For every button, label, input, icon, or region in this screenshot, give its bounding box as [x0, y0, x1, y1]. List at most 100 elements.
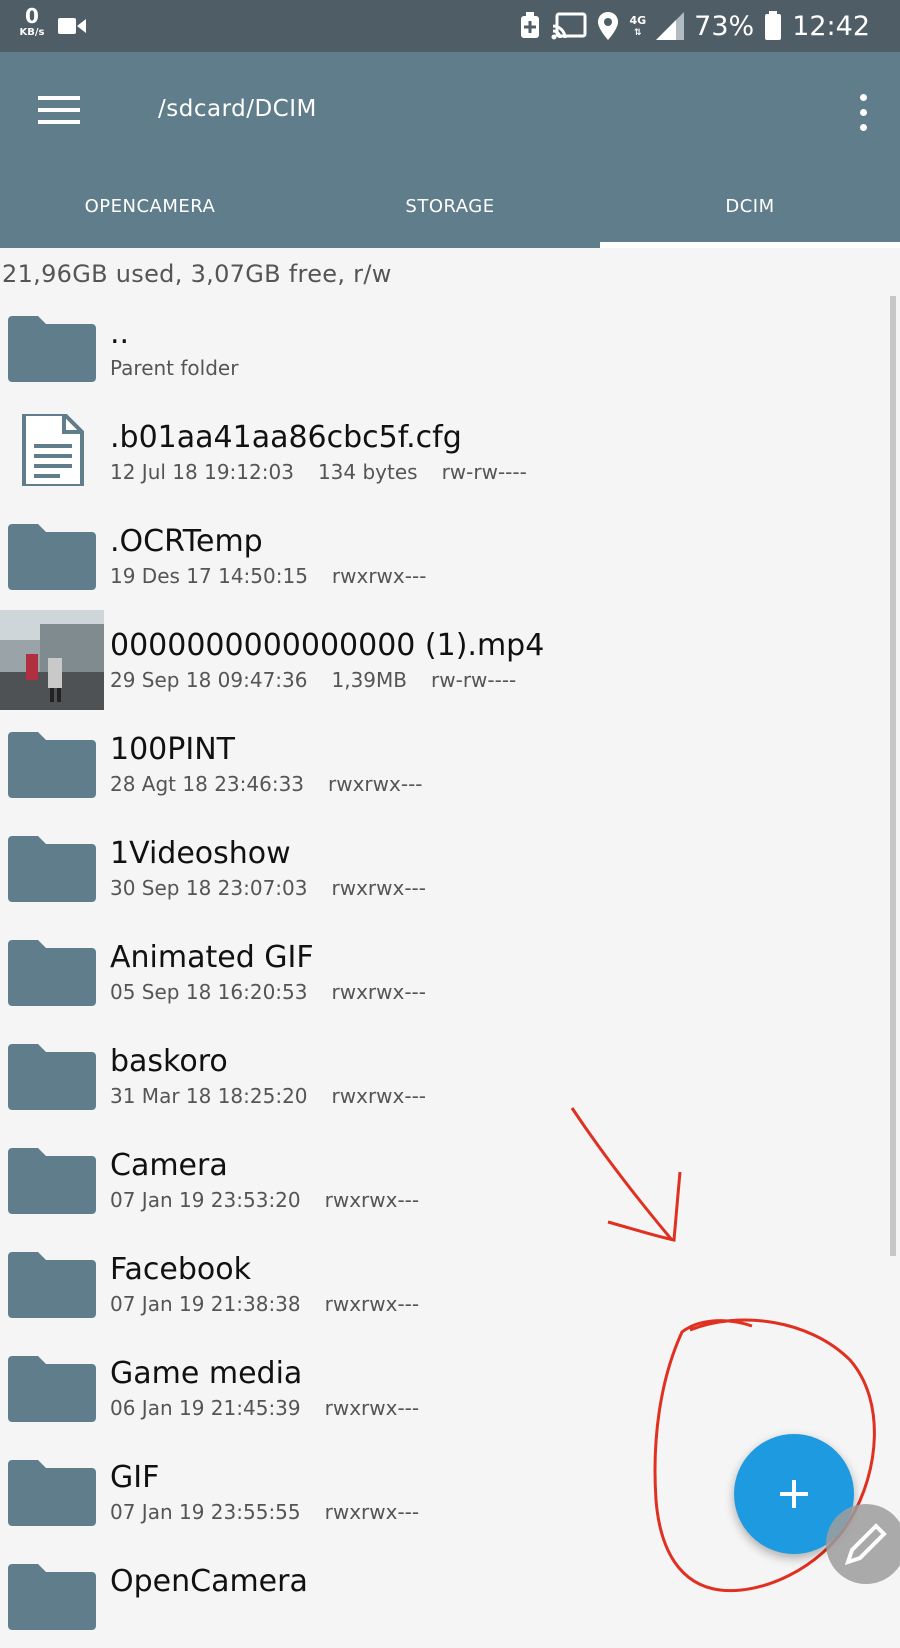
file-meta: 19 Des 17 14:50:15 rwxrwx--- — [110, 564, 450, 588]
file-name: GIF — [110, 1460, 160, 1495]
document-icon — [22, 414, 84, 486]
file-size: 134 bytes — [317, 460, 418, 484]
file-name: baskoro — [110, 1044, 228, 1079]
file-permissions: rwxrwx--- — [331, 564, 427, 588]
file-row-baskoro[interactable]: baskoro 31 Mar 18 18:25:20 rwxrwx--- — [0, 1024, 900, 1128]
hamburger-menu-icon[interactable] — [38, 96, 82, 126]
clock: 12:42 — [792, 10, 870, 42]
file-row-parent-folder[interactable]: .. Parent folder — [0, 296, 900, 400]
file-name: Game media — [110, 1356, 303, 1391]
file-name: 100PINT — [110, 732, 235, 767]
file-name: .b01aa41aa86cbc5f.cfg — [110, 420, 462, 455]
list-scrollbar[interactable] — [890, 296, 896, 1256]
file-date: 07 Jan 19 21:38:38 — [110, 1292, 301, 1316]
network-speed-value: 0 — [25, 4, 39, 28]
folder-icon — [8, 940, 96, 1006]
tab-dcim[interactable]: DCIM — [600, 164, 900, 248]
file-row-mp4[interactable]: 0000000000000000 (1).mp4 29 Sep 18 09:47… — [0, 608, 900, 712]
plus-icon — [780, 1480, 808, 1508]
file-row-1videoshow[interactable]: 1Videoshow 30 Sep 18 23:07:03 rwxrwx--- — [0, 816, 900, 920]
file-meta: 12 Jul 18 19:12:03 134 bytes rw-rw---- — [110, 460, 551, 484]
network-speed: 0 KB/s — [14, 6, 50, 38]
file-row-facebook[interactable]: Facebook 07 Jan 19 21:38:38 rwxrwx--- — [0, 1232, 900, 1336]
network-type-label: 4G — [629, 13, 647, 27]
file-permissions: rw-rw---- — [431, 668, 517, 692]
file-permissions: rwxrwx--- — [324, 1188, 420, 1212]
video-recording-icon — [58, 18, 86, 34]
file-date: 29 Sep 18 09:47:36 — [110, 668, 308, 692]
location-tabs: OPENCAMERA STORAGE DCIM — [0, 164, 900, 248]
folder-icon — [8, 1044, 96, 1110]
file-meta: Parent folder — [110, 356, 262, 380]
file-name: OpenCamera — [110, 1564, 308, 1599]
file-meta: 07 Jan 19 21:38:38 rwxrwx--- — [110, 1292, 443, 1316]
file-row-camera[interactable]: Camera 07 Jan 19 23:53:20 rwxrwx--- — [0, 1128, 900, 1232]
cast-icon — [551, 12, 587, 40]
file-name: .. — [110, 316, 130, 351]
folder-icon — [8, 836, 96, 902]
edit-fab-button[interactable] — [826, 1504, 900, 1584]
file-meta: 30 Sep 18 23:07:03 rwxrwx--- — [110, 876, 450, 900]
file-date: 28 Agt 18 23:46:33 — [110, 772, 305, 796]
file-name: Animated GIF — [110, 940, 314, 975]
tab-opencamera[interactable]: OPENCAMERA — [0, 164, 300, 248]
file-permissions: rwxrwx--- — [324, 1396, 420, 1420]
file-meta: 31 Mar 18 18:25:20 rwxrwx--- — [110, 1084, 450, 1108]
file-date: 31 Mar 18 18:25:20 — [110, 1084, 308, 1108]
app-toolbar: /sdcard/DCIM — [0, 52, 900, 164]
file-meta: 07 Jan 19 23:55:55 rwxrwx--- — [110, 1500, 443, 1524]
file-permissions: rwxrwx--- — [324, 1500, 420, 1524]
file-name: 1Videoshow — [110, 836, 291, 871]
file-row-opencamera[interactable]: OpenCamera — [0, 1544, 900, 1648]
file-size: 1,39MB — [331, 668, 408, 692]
file-permissions: rwxrwx--- — [331, 1084, 427, 1108]
file-row-cfg[interactable]: .b01aa41aa86cbc5f.cfg 12 Jul 18 19:12:03… — [0, 400, 900, 504]
folder-icon — [8, 1564, 96, 1630]
file-date: 12 Jul 18 19:12:03 — [110, 460, 294, 484]
signal-strength-icon — [656, 12, 685, 40]
file-date: 06 Jan 19 21:45:39 — [110, 1396, 301, 1420]
file-permissions: rwxrwx--- — [331, 876, 426, 900]
file-permissions: rwxrwx--- — [328, 772, 423, 796]
file-name: Camera — [110, 1148, 228, 1183]
status-bar: 0 KB/s 4G ⇅ 73% 12:42 — [0, 0, 900, 52]
file-date: Parent folder — [110, 356, 239, 380]
file-meta: 07 Jan 19 23:53:20 rwxrwx--- — [110, 1188, 443, 1212]
pencil-icon — [844, 1523, 887, 1566]
file-name: .OCRTemp — [110, 524, 263, 559]
file-row-animated-gif[interactable]: Animated GIF 05 Sep 18 16:20:53 rwxrwx--- — [0, 920, 900, 1024]
file-row-100pint[interactable]: 100PINT 28 Agt 18 23:46:33 rwxrwx--- — [0, 712, 900, 816]
file-name: Facebook — [110, 1252, 251, 1287]
file-meta: 29 Sep 18 09:47:36 1,39MB rw-rw---- — [110, 668, 540, 692]
network-type: 4G ⇅ — [629, 15, 646, 38]
file-date: 07 Jan 19 23:55:55 — [110, 1500, 301, 1524]
file-permissions: rwxrwx--- — [331, 980, 426, 1004]
folder-icon — [8, 732, 96, 798]
file-permissions: rw-rw---- — [441, 460, 527, 484]
data-arrows-icon: ⇅ — [634, 27, 642, 38]
tab-storage[interactable]: STORAGE — [300, 164, 600, 248]
file-date: 05 Sep 18 16:20:53 — [110, 980, 308, 1004]
location-pin-icon — [598, 12, 619, 40]
file-row-game-media[interactable]: Game media 06 Jan 19 21:45:39 rwxrwx--- — [0, 1336, 900, 1440]
battery-icon — [765, 11, 782, 40]
folder-icon — [8, 524, 96, 590]
file-meta: 05 Sep 18 16:20:53 rwxrwx--- — [110, 980, 450, 1004]
file-permissions: rwxrwx--- — [324, 1292, 420, 1316]
folder-icon — [8, 1460, 96, 1526]
folder-icon — [8, 1252, 96, 1318]
network-speed-unit: KB/s — [19, 27, 45, 38]
battery-percent: 73% — [694, 10, 755, 42]
current-path-title: /sdcard/DCIM — [158, 96, 317, 122]
storage-info: 21,96GB used, 3,07GB free, r/w — [2, 260, 392, 288]
overflow-menu-icon[interactable] — [856, 94, 870, 134]
file-name: 0000000000000000 (1).mp4 — [110, 628, 545, 663]
battery-saver-icon — [521, 12, 540, 38]
file-date: 19 Des 17 14:50:15 — [110, 564, 308, 588]
file-date: 30 Sep 18 23:07:03 — [110, 876, 308, 900]
folder-icon — [8, 1148, 96, 1214]
video-thumbnail — [0, 610, 104, 710]
folder-icon — [8, 1356, 96, 1422]
file-row-ocrtemp[interactable]: .OCRTemp 19 Des 17 14:50:15 rwxrwx--- — [0, 504, 900, 608]
folder-icon — [8, 316, 96, 382]
